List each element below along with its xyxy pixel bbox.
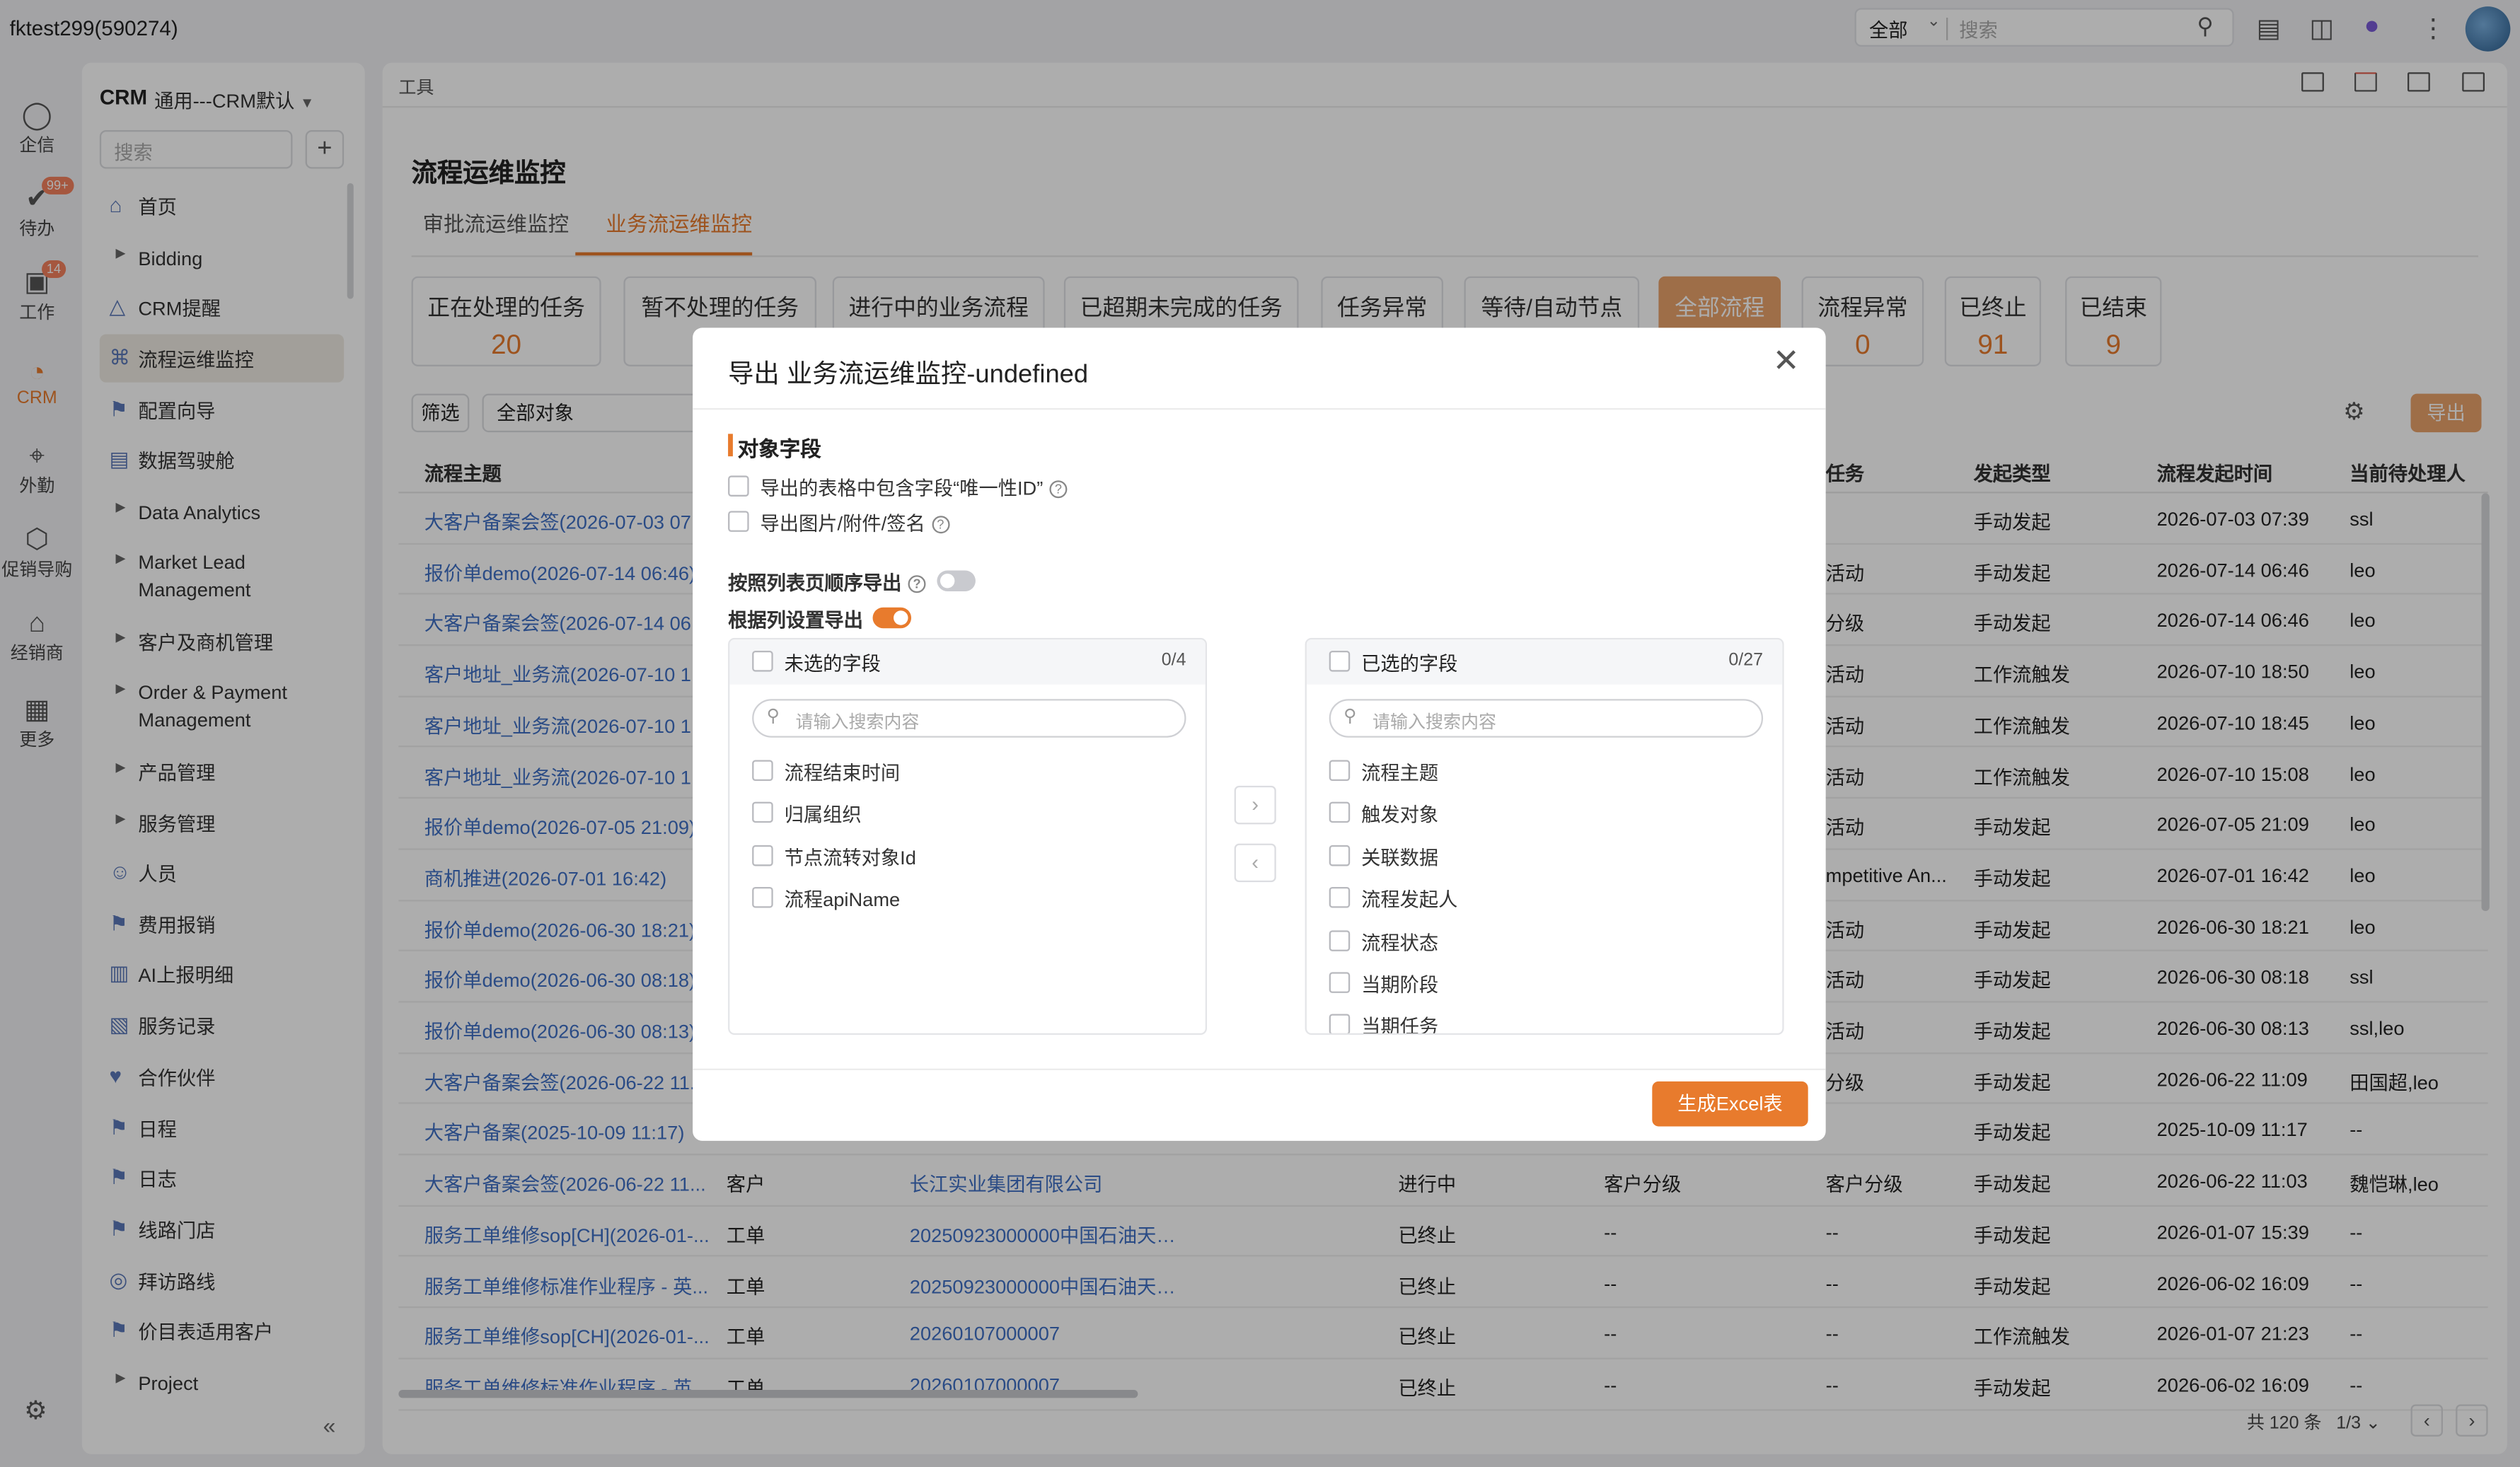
select-all-unselected-checkbox[interactable] <box>752 651 773 672</box>
images-checkbox[interactable] <box>728 511 749 532</box>
unselected-fields-pane: 未选的字段 0/4 ⚲ 请输入搜索内容 流程结束时间 归属组织节点流转对象Id 流程… <box>728 637 1208 1035</box>
field-label: 当期任务 <box>1361 1016 1439 1035</box>
selected-fields-pane: 已选的字段 0/27 ⚲ 请输入搜索内容 流程主题触发对象关联数据流程发起人流程… <box>1305 637 1784 1035</box>
field-label: 流程发起人 <box>1361 888 1458 912</box>
search-icon: ⚲ <box>766 707 780 726</box>
unique-id-option: 导出的表格中包含字段“唯一性ID”? <box>761 474 1068 501</box>
field-checkbox[interactable] <box>1329 760 1351 782</box>
unique-id-checkbox[interactable] <box>728 475 749 497</box>
move-left-button[interactable]: ‹ <box>1234 843 1276 883</box>
field-checkbox[interactable] <box>1329 845 1351 866</box>
section-title: 对象字段 <box>737 436 821 461</box>
field-label: 流程apiName <box>784 888 901 912</box>
unselected-search-input[interactable]: ⚲ 请输入搜索内容 <box>752 699 1186 738</box>
field-label: 流程结束时间 <box>784 761 901 784</box>
section-marker <box>728 434 733 457</box>
images-label: 导出图片/附件/签名 <box>760 512 925 535</box>
pane-count: 0/4 <box>1161 651 1186 671</box>
order-toggle-label: 按照列表页顺序导出? <box>728 569 926 596</box>
column-toggle-label: 根据列设置导出 <box>728 608 863 632</box>
select-all-selected-checkbox[interactable] <box>1329 651 1351 672</box>
search-placeholder: 请输入搜索内容 <box>795 713 920 733</box>
dialog-title: 导出 业务流运维监控-undefined <box>728 361 1089 389</box>
pane-title: 已选的字段 <box>1361 652 1458 675</box>
field-label: 流程主题 <box>1361 761 1439 784</box>
export-dialog: 导出 业务流运维监控-undefined ✕ 对象字段 导出的表格中包含字段“唯… <box>693 327 1826 1141</box>
field-checkbox[interactable] <box>752 802 773 823</box>
field-label: 节点流转对象Id <box>784 846 916 869</box>
field-checkbox[interactable] <box>752 887 773 908</box>
help-icon[interactable]: ? <box>908 575 926 593</box>
close-icon[interactable]: ✕ <box>1773 345 1800 377</box>
selected-search-input[interactable]: ⚲ 请输入搜索内容 <box>1329 699 1764 738</box>
search-icon: ⚲ <box>1343 707 1357 726</box>
help-icon[interactable]: ? <box>1049 480 1068 499</box>
help-icon[interactable]: ? <box>931 516 949 534</box>
field-label: 关联数据 <box>1361 846 1439 869</box>
pane-header: 未选的字段 0/4 <box>729 639 1206 685</box>
pane-count: 0/27 <box>1728 651 1764 671</box>
order-toggle[interactable] <box>937 570 976 591</box>
field-checkbox[interactable] <box>1329 972 1351 993</box>
search-placeholder: 请输入搜索内容 <box>1372 713 1496 733</box>
divider <box>693 408 1826 410</box>
field-label: 触发对象 <box>1361 804 1439 827</box>
field-checkbox[interactable] <box>1329 929 1351 951</box>
field-checkbox[interactable] <box>1329 802 1351 823</box>
pane-header: 已选的字段 0/27 <box>1306 639 1783 685</box>
divider <box>693 1068 1826 1070</box>
order-toggle-text: 按照列表页顺序导出 <box>728 572 902 595</box>
field-label: 流程状态 <box>1361 931 1439 954</box>
app-window: fktest299(590274) 全部 ⌄ 搜索 ⚲ ▤ ◫ ● ⋮ ◯ 企信 ✔… <box>0 0 2520 1467</box>
unique-id-label: 导出的表格中包含字段“唯一性ID” <box>760 477 1044 500</box>
pane-title: 未选的字段 <box>784 652 881 675</box>
field-checkbox[interactable] <box>1329 1014 1351 1033</box>
column-toggle[interactable] <box>872 607 912 629</box>
images-option: 导出图片/附件/签名? <box>761 509 949 537</box>
generate-excel-button[interactable]: 生成Excel表 <box>1652 1081 1808 1127</box>
field-checkbox[interactable] <box>1329 887 1351 908</box>
field-checkbox[interactable] <box>752 760 773 782</box>
move-right-button[interactable]: › <box>1234 785 1276 825</box>
field-label: 归属组织 <box>784 804 862 827</box>
field-label: 当期阶段 <box>1361 973 1439 997</box>
field-checkbox[interactable] <box>752 845 773 866</box>
